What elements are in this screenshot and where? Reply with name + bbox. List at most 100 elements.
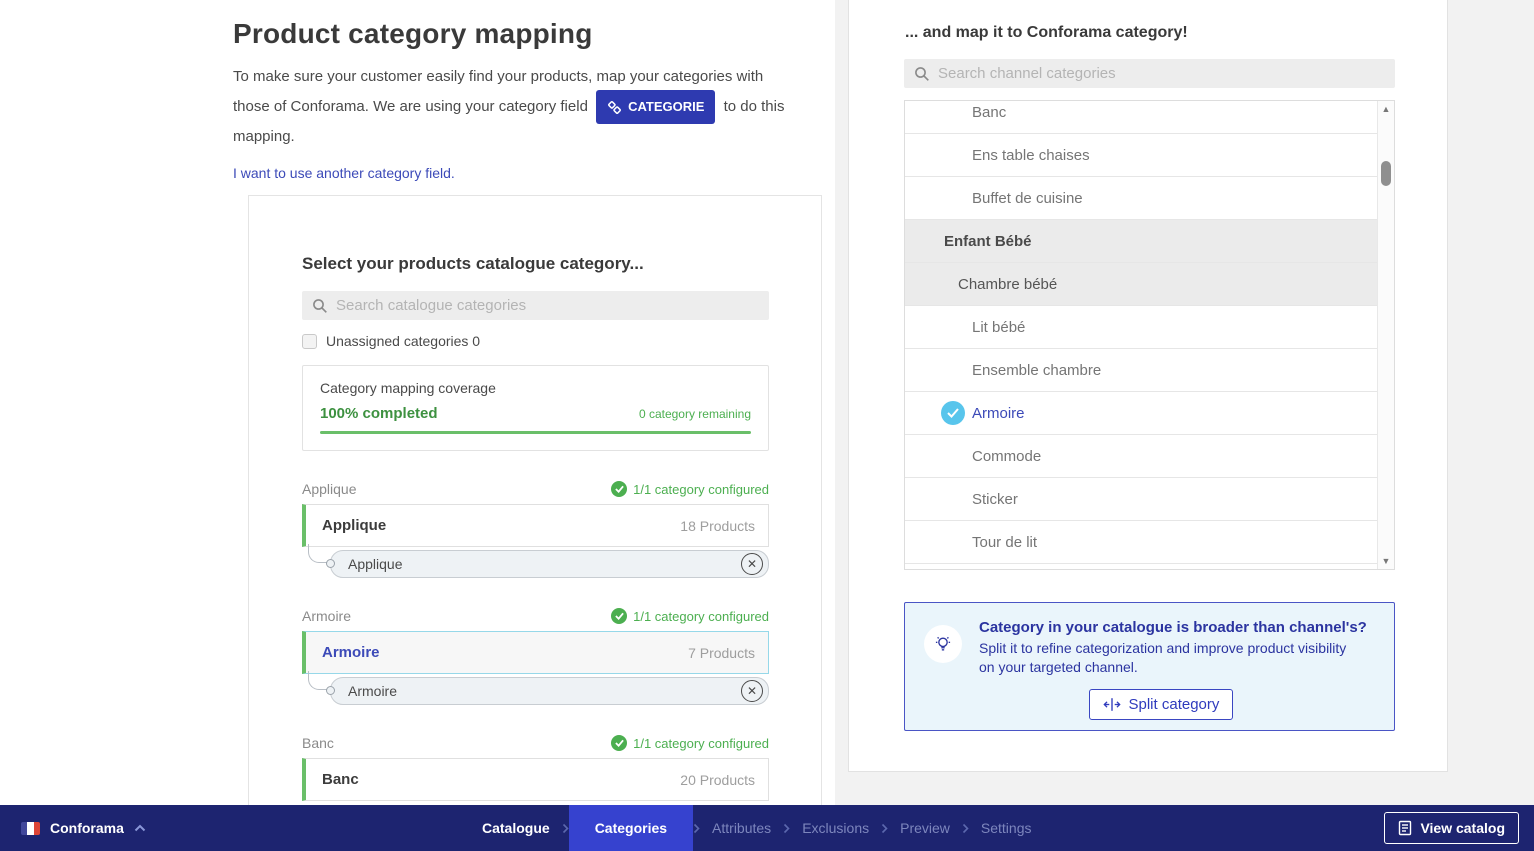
category-group-applique: Applique 1/1 category configured Appliqu… <box>302 481 769 578</box>
remove-mapping-button[interactable]: ✕ <box>741 680 763 702</box>
unassigned-checkbox[interactable] <box>302 334 317 349</box>
category-group-armoire: Armoire 1/1 category configured Armoire … <box>302 608 769 705</box>
tree-connector <box>308 671 328 690</box>
category-group-banc: Banc 1/1 category configured Banc 20 Pro… <box>302 735 769 801</box>
group-status-label: 1/1 category configured <box>633 736 769 751</box>
mapped-category-tag-applique[interactable]: Applique ✕ <box>330 550 769 578</box>
row-label: Buffet de cuisine <box>972 190 1083 207</box>
coverage-progress-bar <box>320 431 751 434</box>
tag-anchor-dot <box>326 559 335 568</box>
channel-category-row-chambre-bebe[interactable]: Chambre bébé <box>905 263 1377 306</box>
row-label: Armoire <box>972 405 1025 422</box>
scroll-up-arrow-icon[interactable]: ▲ <box>1378 104 1394 114</box>
channel-category-row-armoire-selected[interactable]: Armoire <box>905 392 1377 435</box>
split-category-info-box: Category in your catalogue is broader th… <box>904 602 1395 731</box>
catalogue-category-card-applique[interactable]: Applique 18 Products <box>302 504 769 547</box>
step-exclusions[interactable]: Exclusions <box>790 805 881 851</box>
chevron-right-icon <box>783 823 790 834</box>
channel-search-box <box>904 59 1395 88</box>
group-status: 1/1 category configured <box>611 481 769 497</box>
selected-check-icon <box>941 401 965 425</box>
workflow-steps: Catalogue Categories Attributes Exclusio… <box>470 805 1044 851</box>
tag-label: Armoire <box>348 683 397 699</box>
bottom-navigation-bar: Conforama Catalogue Categories Attribute… <box>0 805 1534 851</box>
remove-mapping-button[interactable]: ✕ <box>741 553 763 575</box>
group-status: 1/1 category configured <box>611 735 769 751</box>
channel-category-row-commode[interactable]: Commode <box>905 435 1377 478</box>
row-label: Tour de lit <box>972 534 1037 551</box>
unassigned-label: Unassigned categories 0 <box>326 333 480 349</box>
coverage-title: Category mapping coverage <box>320 380 751 396</box>
catalogue-category-card-banc[interactable]: Banc 20 Products <box>302 758 769 801</box>
channel-category-row-lit-bebe[interactable]: Lit bébé <box>905 306 1377 349</box>
store-selector[interactable]: Conforama <box>21 820 146 836</box>
info-box-title: Category in your catalogue is broader th… <box>979 619 1369 636</box>
chevron-up-icon[interactable] <box>134 824 146 832</box>
catalogue-category-panel: Select your products catalogue category.… <box>248 195 822 851</box>
unassigned-filter: Unassigned categories 0 <box>302 333 769 349</box>
channel-category-row-sticker[interactable]: Sticker <box>905 478 1377 521</box>
scroll-down-arrow-icon[interactable]: ▼ <box>1378 556 1394 566</box>
mapped-category-tag-armoire[interactable]: Armoire ✕ <box>330 677 769 705</box>
view-catalog-button[interactable]: View catalog <box>1384 812 1519 844</box>
search-icon <box>914 66 930 82</box>
group-label: Applique <box>302 481 357 497</box>
category-name: Armoire <box>322 644 380 661</box>
step-categories[interactable]: Categories <box>569 805 693 851</box>
group-status-label: 1/1 category configured <box>633 609 769 624</box>
chevron-right-icon <box>881 823 888 834</box>
scrollbar-thumb[interactable] <box>1381 161 1391 186</box>
mapped-tag-row: Applique ✕ <box>330 550 769 578</box>
tree-connector <box>308 544 328 563</box>
group-status: 1/1 category configured <box>611 608 769 624</box>
channel-category-row-banc[interactable]: Banc <box>905 100 1377 134</box>
catalogue-category-card-armoire[interactable]: Armoire 7 Products <box>302 631 769 674</box>
catalogue-search-box <box>302 291 769 320</box>
step-attributes[interactable]: Attributes <box>700 805 783 851</box>
page-title: Product category mapping <box>233 18 795 50</box>
category-product-count: 7 Products <box>688 645 755 661</box>
catalogue-search-input[interactable] <box>336 297 759 314</box>
group-label: Banc <box>302 735 334 751</box>
step-catalogue[interactable]: Catalogue <box>470 805 562 851</box>
change-category-field-link[interactable]: I want to use another category field. <box>233 165 455 181</box>
split-category-button[interactable]: Split category <box>1089 689 1234 720</box>
split-category-button-label: Split category <box>1129 696 1220 713</box>
catalog-document-icon <box>1398 820 1412 836</box>
row-label: Enfant Bébé <box>944 233 1032 250</box>
step-settings[interactable]: Settings <box>969 805 1044 851</box>
step-preview[interactable]: Preview <box>888 805 962 851</box>
category-name: Banc <box>322 771 359 788</box>
chevron-right-icon <box>693 823 700 834</box>
category-product-count: 20 Products <box>680 772 755 788</box>
intro-text: To make sure your customer easily find y… <box>233 64 795 150</box>
tag-label: Applique <box>348 556 403 572</box>
split-icon <box>1103 697 1121 712</box>
channel-category-row-enfant-bebe[interactable]: Enfant Bébé <box>905 220 1377 263</box>
coverage-card: Category mapping coverage 100% completed… <box>302 365 769 451</box>
list-scrollbar[interactable]: ▲ ▼ <box>1377 101 1394 569</box>
channel-category-row-tour-de-lit[interactable]: Tour de lit <box>905 521 1377 564</box>
row-label: Lit bébé <box>972 319 1025 336</box>
row-label: Banc <box>972 104 1006 121</box>
row-label: Ens table chaises <box>972 147 1090 164</box>
store-name: Conforama <box>50 820 124 836</box>
channel-category-row-ensemble-chambre[interactable]: Ensemble chambre <box>905 349 1377 392</box>
search-icon <box>312 298 328 314</box>
check-circle-icon <box>611 481 627 497</box>
group-label: Armoire <box>302 608 351 624</box>
channel-category-list: Banc Ens table chaises Buffet de cuisine… <box>904 100 1395 570</box>
view-catalog-label: View catalog <box>1420 820 1505 836</box>
info-box-body: Split it to refine categorization and im… <box>979 639 1361 677</box>
channel-search-input[interactable] <box>938 65 1385 82</box>
category-field-badge-label: CATEGORIE <box>628 94 704 120</box>
france-flag-icon <box>21 822 40 835</box>
row-label: Ensemble chambre <box>972 362 1101 379</box>
category-product-count: 18 Products <box>680 518 755 534</box>
coverage-completed: 100% completed <box>320 405 438 422</box>
channel-category-row-ens-table-chaises[interactable]: Ens table chaises <box>905 134 1377 177</box>
mapped-tag-row: Armoire ✕ <box>330 677 769 705</box>
channel-panel-heading: ... and map it to Conforama category! <box>905 24 1188 42</box>
channel-category-row-buffet-de-cuisine[interactable]: Buffet de cuisine <box>905 177 1377 220</box>
channel-category-panel: ... and map it to Conforama category! Ba… <box>848 0 1448 772</box>
